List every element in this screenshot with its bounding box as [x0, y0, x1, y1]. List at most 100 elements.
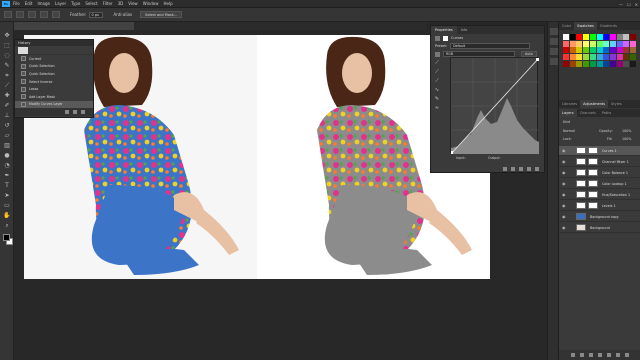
- color-swatch[interactable]: [596, 47, 603, 54]
- color-swatch[interactable]: [569, 34, 576, 40]
- fill-input[interactable]: 100%: [622, 136, 631, 143]
- layer-row[interactable]: ◉ Curves 1: [559, 146, 640, 156]
- layer-row[interactable]: ◉ Hue/Saturation 1: [559, 190, 640, 200]
- new-selection-icon[interactable]: [16, 11, 24, 18]
- antialias-checkbox[interactable]: Anti-alias: [113, 12, 132, 17]
- opacity-input[interactable]: 100%: [622, 128, 631, 135]
- visibility-eye-icon[interactable]: ◉: [562, 181, 568, 186]
- color-swatch[interactable]: [569, 54, 576, 61]
- color-swatch[interactable]: [616, 54, 623, 61]
- hand-tool-icon[interactable]: ✋: [3, 212, 11, 219]
- trash-icon[interactable]: [535, 166, 539, 171]
- color-swatch[interactable]: [563, 47, 569, 54]
- tab-libraries[interactable]: Libraries: [559, 100, 580, 108]
- tab-info[interactable]: Info: [457, 26, 472, 34]
- visibility-eye-icon[interactable]: ◉: [562, 225, 568, 230]
- layer-row[interactable]: ◉ Background copy: [559, 212, 640, 222]
- color-swatch[interactable]: [603, 34, 610, 40]
- new-group-icon[interactable]: [606, 353, 611, 357]
- color-swatch[interactable]: [630, 40, 636, 47]
- edit-points-icon[interactable]: ∿: [433, 87, 441, 94]
- color-swatch[interactable]: [630, 54, 636, 61]
- healing-brush-tool-icon[interactable]: ✚: [3, 92, 11, 99]
- sample-black-point-icon[interactable]: ⟋: [433, 60, 441, 67]
- color-swatch[interactable]: [603, 54, 610, 61]
- color-swatch[interactable]: [609, 47, 616, 54]
- tab-adjustments[interactable]: Adjustments: [580, 100, 609, 108]
- trash-icon[interactable]: [81, 110, 85, 115]
- color-swatch[interactable]: [616, 47, 623, 54]
- crop-tool-icon[interactable]: ⌗: [3, 72, 11, 79]
- color-swatch[interactable]: [583, 34, 590, 40]
- new-snapshot-icon[interactable]: [73, 110, 77, 115]
- layer-mask-thumbnail[interactable]: [588, 180, 598, 187]
- visibility-eye-icon[interactable]: ◉: [562, 148, 568, 153]
- history-item[interactable]: Select Inverse: [15, 78, 93, 86]
- color-swatch[interactable]: [616, 34, 623, 40]
- tab-paths[interactable]: Paths: [599, 109, 615, 117]
- color-swatch[interactable]: [576, 40, 583, 47]
- lasso-tool-preset-icon[interactable]: [4, 11, 12, 18]
- color-swatch[interactable]: [609, 34, 616, 40]
- smooth-curve-icon[interactable]: ≈: [433, 105, 441, 112]
- color-swatch[interactable]: [563, 54, 569, 61]
- new-document-from-state-icon[interactable]: [65, 110, 69, 115]
- clip-to-layer-icon[interactable]: [503, 166, 507, 171]
- quick-selection-tool-icon[interactable]: ✎: [3, 62, 11, 69]
- brush-tool-icon[interactable]: ✐: [3, 102, 11, 109]
- layer-row[interactable]: ◉ Color Balance 1: [559, 168, 640, 178]
- color-swatch[interactable]: [576, 60, 583, 67]
- visibility-eye-icon[interactable]: ◉: [562, 192, 568, 197]
- menu-edit[interactable]: Edit: [25, 1, 33, 6]
- add-selection-icon[interactable]: [28, 11, 36, 18]
- menu-help[interactable]: Help: [163, 1, 172, 6]
- eyedropper-tool-icon[interactable]: ⟋: [3, 82, 11, 89]
- trash-icon[interactable]: [624, 353, 629, 357]
- color-swatch[interactable]: [576, 34, 583, 40]
- sample-gray-point-icon[interactable]: ⟋: [433, 69, 441, 76]
- layer-mask-thumbnail[interactable]: [588, 169, 598, 176]
- color-swatch[interactable]: [609, 40, 616, 47]
- visibility-eye-icon[interactable]: ◉: [562, 159, 568, 164]
- path-selection-tool-icon[interactable]: ➤: [3, 192, 11, 199]
- visibility-icon[interactable]: [527, 166, 531, 171]
- color-swatch[interactable]: [630, 34, 636, 40]
- lasso-tool-icon[interactable]: ◌: [3, 52, 11, 59]
- color-swatch[interactable]: [603, 40, 610, 47]
- color-swatch[interactable]: [616, 60, 623, 67]
- tab-color[interactable]: Color: [559, 22, 574, 30]
- menu-select[interactable]: Select: [85, 1, 97, 6]
- color-swatch[interactable]: [596, 60, 603, 67]
- menu-3d[interactable]: 3D: [118, 1, 124, 6]
- color-swatch[interactable]: [583, 40, 590, 47]
- layer-mask-thumbnail[interactable]: [588, 191, 598, 198]
- properties-panel-icon[interactable]: [550, 38, 558, 45]
- color-swatch[interactable]: [609, 54, 616, 61]
- menu-file[interactable]: File: [13, 1, 20, 6]
- color-swatch[interactable]: [623, 60, 630, 67]
- eraser-tool-icon[interactable]: ▱: [3, 132, 11, 139]
- new-adjustment-icon[interactable]: [597, 353, 602, 357]
- blend-mode-select[interactable]: Normal: [563, 128, 575, 135]
- subtract-selection-icon[interactable]: [40, 11, 48, 18]
- color-swatch[interactable]: [569, 40, 576, 47]
- history-snapshot[interactable]: [15, 46, 93, 55]
- color-swatch[interactable]: [569, 47, 576, 54]
- curves-graph[interactable]: [450, 57, 539, 154]
- layer-row[interactable]: ◉ Background: [559, 223, 640, 233]
- color-swatch[interactable]: [603, 60, 610, 67]
- view-previous-icon[interactable]: [511, 166, 515, 171]
- layer-mask-thumbnail[interactable]: [588, 158, 598, 165]
- tab-layers[interactable]: Layers: [559, 109, 577, 117]
- marquee-tool-icon[interactable]: ⬚: [3, 42, 11, 49]
- close-button[interactable]: ✕: [635, 2, 638, 7]
- select-and-mask-button[interactable]: Select and Mask...: [140, 11, 183, 18]
- color-swatch[interactable]: [563, 34, 569, 40]
- sample-white-point-icon[interactable]: ⟋: [433, 78, 441, 85]
- menu-view[interactable]: View: [128, 1, 138, 6]
- shape-tool-icon[interactable]: ▭: [3, 202, 11, 209]
- history-panel-icon[interactable]: [550, 28, 558, 35]
- color-swatch[interactable]: [630, 47, 636, 54]
- color-swatch[interactable]: [630, 60, 636, 67]
- color-swatch[interactable]: [576, 54, 583, 61]
